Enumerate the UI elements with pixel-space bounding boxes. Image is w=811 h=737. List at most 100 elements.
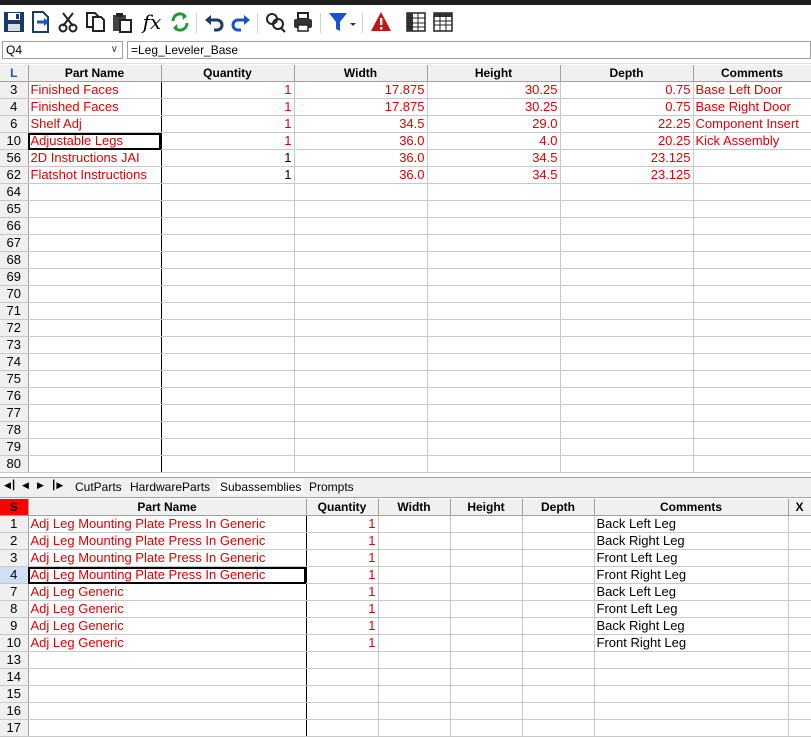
depth-cell[interactable]: [522, 515, 595, 533]
width-cell[interactable]: [378, 719, 451, 737]
width-cell[interactable]: 36.0: [294, 132, 428, 150]
redo-icon[interactable]: [229, 10, 253, 34]
comments-cell[interactable]: [693, 200, 811, 218]
height-cell[interactable]: [427, 200, 561, 218]
width-cell[interactable]: [294, 370, 428, 388]
part-name-cell[interactable]: [28, 285, 162, 303]
depth-cell[interactable]: [522, 634, 595, 652]
quantity-cell[interactable]: [161, 421, 295, 439]
header-x[interactable]: X: [788, 499, 811, 516]
width-cell[interactable]: [378, 668, 451, 686]
width-cell[interactable]: [294, 438, 428, 456]
depth-cell[interactable]: [560, 438, 694, 456]
comments-cell[interactable]: [693, 370, 811, 388]
quantity-cell[interactable]: [161, 268, 295, 286]
depth-cell[interactable]: [560, 302, 694, 320]
width-cell[interactable]: [294, 268, 428, 286]
row-number[interactable]: 56: [0, 149, 29, 167]
width-cell[interactable]: [378, 600, 451, 618]
width-cell[interactable]: [378, 702, 451, 720]
quantity-cell[interactable]: [306, 668, 379, 686]
comments-cell[interactable]: [594, 719, 789, 737]
height-cell[interactable]: [427, 268, 561, 286]
comments-cell[interactable]: [594, 668, 789, 686]
part-name-cell[interactable]: [28, 685, 307, 703]
header-quantity[interactable]: Quantity: [306, 499, 379, 516]
depth-cell[interactable]: [560, 336, 694, 354]
height-cell[interactable]: [427, 370, 561, 388]
part-name-cell[interactable]: Shelf Adj: [28, 115, 162, 133]
part-name-cell[interactable]: [28, 421, 162, 439]
quantity-cell[interactable]: 1: [306, 600, 379, 618]
depth-cell[interactable]: 22.25: [560, 115, 694, 133]
refresh-icon[interactable]: [168, 10, 192, 34]
height-cell[interactable]: 29.0: [427, 115, 561, 133]
width-cell[interactable]: [294, 302, 428, 320]
x-cell[interactable]: [788, 532, 811, 550]
row-number[interactable]: 80: [0, 455, 29, 473]
comments-cell[interactable]: [693, 149, 811, 167]
prev-sheet-icon[interactable]: ◀: [22, 480, 29, 491]
depth-cell[interactable]: [560, 183, 694, 201]
comments-cell[interactable]: [693, 285, 811, 303]
depth-cell[interactable]: [560, 404, 694, 422]
row-number[interactable]: 10: [0, 132, 29, 150]
part-name-cell[interactable]: [28, 302, 162, 320]
quantity-cell[interactable]: [161, 319, 295, 337]
height-cell[interactable]: [450, 702, 523, 720]
row-number[interactable]: 3: [0, 549, 29, 567]
width-cell[interactable]: [378, 634, 451, 652]
x-cell[interactable]: [788, 685, 811, 703]
part-name-cell[interactable]: [28, 438, 162, 456]
header-height[interactable]: Height: [450, 499, 523, 516]
quantity-cell[interactable]: [161, 285, 295, 303]
height-cell[interactable]: [427, 387, 561, 405]
row-number[interactable]: 16: [0, 702, 29, 720]
cell-reference-box[interactable]: Q4 ∨: [2, 41, 123, 59]
row-number[interactable]: 70: [0, 285, 29, 303]
corner-cell[interactable]: L: [0, 65, 29, 82]
comments-cell[interactable]: Front Right Leg: [594, 566, 789, 584]
paste-icon[interactable]: [110, 10, 134, 34]
x-cell[interactable]: [788, 617, 811, 635]
comments-cell[interactable]: Back Right Leg: [594, 617, 789, 635]
width-cell[interactable]: 36.0: [294, 166, 428, 184]
cut-icon[interactable]: [56, 10, 80, 34]
comments-cell[interactable]: [693, 217, 811, 235]
height-cell[interactable]: [450, 685, 523, 703]
height-cell[interactable]: [427, 336, 561, 354]
depth-cell[interactable]: 20.25: [560, 132, 694, 150]
table-view-icon[interactable]: [431, 10, 455, 34]
depth-cell[interactable]: [560, 268, 694, 286]
row-number[interactable]: 62: [0, 166, 29, 184]
find-icon[interactable]: [263, 10, 287, 34]
comments-cell[interactable]: Kick Assembly: [693, 132, 811, 150]
part-name-cell[interactable]: [28, 651, 307, 669]
width-cell[interactable]: [294, 251, 428, 269]
comments-cell[interactable]: [594, 685, 789, 703]
comments-cell[interactable]: Back Left Leg: [594, 515, 789, 533]
corner-cell[interactable]: S: [0, 499, 29, 516]
quantity-cell[interactable]: 1: [161, 149, 295, 167]
quantity-cell[interactable]: 1: [306, 583, 379, 601]
comments-cell[interactable]: [693, 336, 811, 354]
width-cell[interactable]: [294, 336, 428, 354]
part-name-cell[interactable]: [28, 370, 162, 388]
depth-cell[interactable]: [560, 455, 694, 473]
comments-cell[interactable]: [693, 302, 811, 320]
height-cell[interactable]: [427, 302, 561, 320]
height-cell[interactable]: [450, 617, 523, 635]
part-name-cell[interactable]: [28, 336, 162, 354]
width-cell[interactable]: [378, 532, 451, 550]
header-comments[interactable]: Comments: [693, 65, 811, 82]
row-number[interactable]: 4: [0, 566, 29, 584]
width-cell[interactable]: [294, 404, 428, 422]
row-number[interactable]: 67: [0, 234, 29, 252]
height-cell[interactable]: 34.5: [427, 166, 561, 184]
depth-cell[interactable]: [522, 617, 595, 635]
comments-cell[interactable]: [693, 387, 811, 405]
part-name-cell[interactable]: Adj Leg Generic: [28, 617, 307, 635]
undo-icon[interactable]: [202, 10, 226, 34]
depth-cell[interactable]: [560, 217, 694, 235]
quantity-cell[interactable]: [161, 302, 295, 320]
